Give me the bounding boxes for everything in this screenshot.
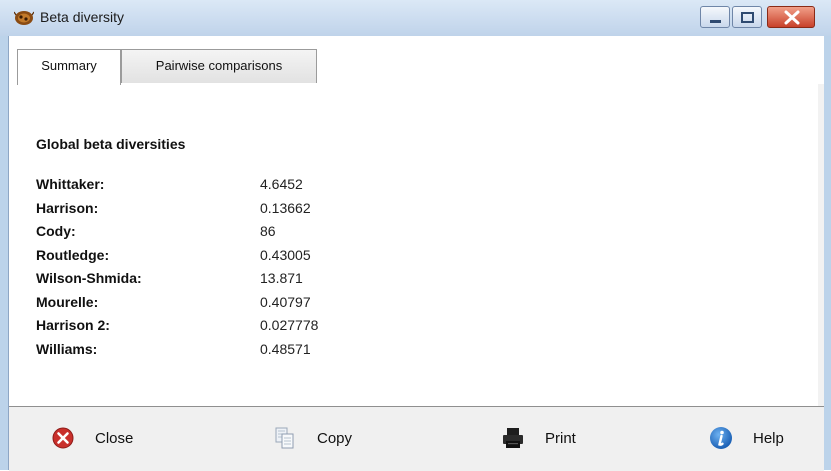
dialog-client-area: Summary Pairwise comparisons Global beta… bbox=[8, 36, 824, 471]
metric-label: Wilson-Shmida: bbox=[36, 270, 142, 286]
metric-label: Routledge: bbox=[36, 246, 110, 263]
maximize-icon bbox=[741, 12, 754, 23]
metric-label: Williams: bbox=[36, 340, 98, 357]
metric-label: Mourelle: bbox=[36, 293, 99, 310]
maximize-button[interactable] bbox=[732, 6, 762, 28]
metric-value: 0.48571 bbox=[260, 340, 311, 357]
global-beta-heading: Global beta diversities bbox=[36, 136, 186, 152]
beta-diversity-window: Beta diversity Summary Pairwise comparis… bbox=[0, 0, 831, 471]
bottom-toolbar: Close Copy Print Help bbox=[9, 406, 824, 471]
copy-button[interactable]: Copy bbox=[273, 419, 352, 457]
metric-label: Harrison: bbox=[36, 199, 99, 216]
summary-panel: Global beta diversities Whittaker: 4.645… bbox=[9, 84, 824, 406]
window-close-button[interactable] bbox=[767, 6, 815, 28]
tab-strip: Summary Pairwise comparisons bbox=[9, 36, 824, 85]
metric-value: 13.871 bbox=[260, 270, 303, 286]
info-icon bbox=[709, 426, 733, 450]
copy-button-label: Copy bbox=[317, 429, 353, 447]
printer-icon bbox=[501, 426, 525, 450]
help-button[interactable]: Help bbox=[709, 419, 784, 457]
metric-value: 0.40797 bbox=[260, 293, 311, 310]
metric-value: 86 bbox=[260, 223, 276, 239]
minimize-icon bbox=[710, 20, 721, 23]
metric-label: Whittaker: bbox=[36, 176, 105, 192]
print-button[interactable]: Print bbox=[501, 419, 576, 457]
tab-summary[interactable]: Summary bbox=[17, 49, 121, 85]
metric-value: 4.6452 bbox=[260, 176, 303, 192]
close-circle-icon bbox=[51, 426, 75, 450]
metric-label: Cody: bbox=[36, 223, 76, 239]
tab-pairwise-comparisons[interactable]: Pairwise comparisons bbox=[121, 49, 317, 83]
print-button-label: Print bbox=[545, 429, 576, 447]
close-button-label: Close bbox=[95, 429, 134, 447]
metric-value: 0.027778 bbox=[260, 317, 319, 333]
metric-label: Harrison 2: bbox=[36, 317, 110, 333]
close-x-icon bbox=[784, 10, 800, 25]
copy-icon bbox=[273, 426, 297, 450]
title-bar[interactable]: Beta diversity bbox=[0, 0, 831, 36]
close-button[interactable]: Close bbox=[51, 419, 133, 457]
help-button-label: Help bbox=[753, 429, 784, 447]
metric-value: 0.43005 bbox=[260, 246, 311, 263]
app-icon bbox=[13, 9, 35, 27]
panel-edge bbox=[818, 84, 824, 406]
minimize-button[interactable] bbox=[700, 6, 730, 28]
metric-value: 0.13662 bbox=[260, 199, 311, 216]
window-title: Beta diversity bbox=[40, 9, 125, 25]
